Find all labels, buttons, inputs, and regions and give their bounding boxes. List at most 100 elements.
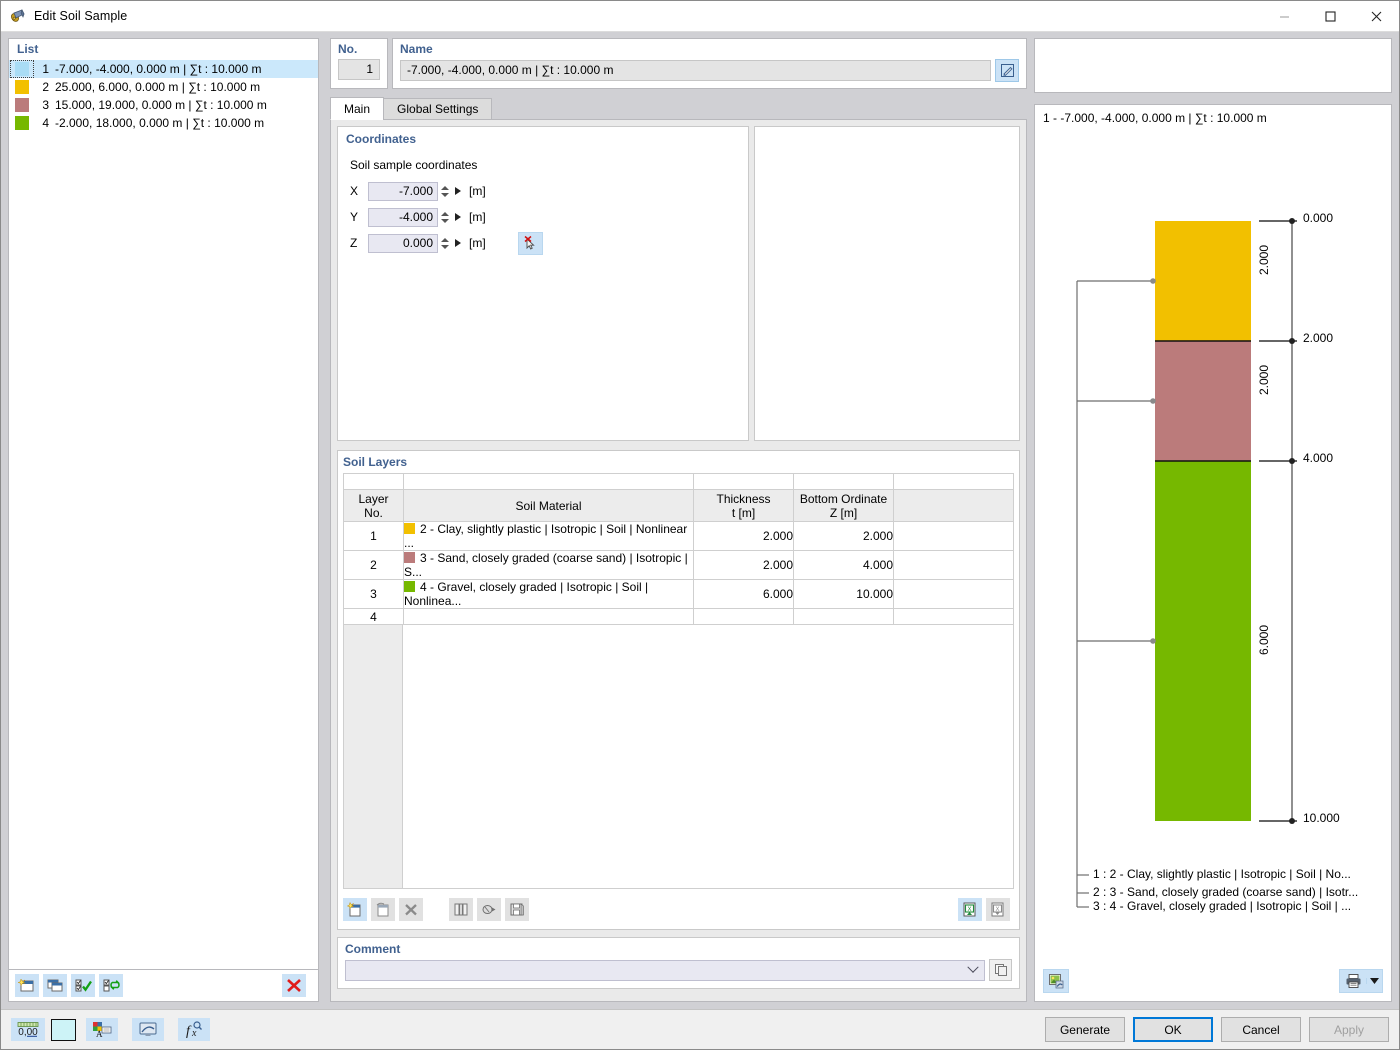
column-header-soil-material[interactable]: Soil Material (404, 490, 694, 522)
cell-thickness[interactable] (694, 609, 794, 625)
number-value: 1 (338, 59, 380, 80)
import-material-button[interactable] (477, 898, 501, 921)
list-item[interactable]: 1 -7.000, -4.000, 0.000 m | ∑t : 10.000 … (9, 60, 318, 78)
close-button[interactable] (1353, 1, 1399, 32)
delete-soil-sample-button[interactable] (282, 974, 306, 997)
soil-sample-list[interactable]: List 1 -7.000, -4.000, 0.000 m | ∑t : 10… (8, 38, 319, 970)
decimal-places-button[interactable]: 0,00 (11, 1018, 45, 1041)
ok-button[interactable]: OK (1133, 1017, 1213, 1042)
list-header: List (9, 39, 318, 60)
thickness-label-0: 2.000 (1257, 245, 1271, 275)
header-line-2: t [m] (732, 506, 755, 520)
tab-global-settings[interactable]: Global Settings (383, 98, 492, 120)
pick-point-button[interactable] (518, 232, 543, 255)
comment-copy-button[interactable] (989, 959, 1012, 981)
coordinates-subtitle: Soil sample coordinates (350, 158, 740, 172)
library-button[interactable] (449, 898, 473, 921)
cell-layer-no: 3 (344, 580, 404, 609)
coordinate-y-input[interactable]: -4.000 (368, 208, 438, 227)
sub-cell (404, 474, 694, 490)
edit-name-button[interactable] (995, 59, 1019, 82)
coordinate-y-stepper[interactable] (438, 208, 452, 227)
sub-cell (894, 474, 1014, 490)
list-item[interactable]: 4 -2.000, 18.000, 0.000 m | ∑t : 10.000 … (9, 114, 318, 132)
copy-layer-button[interactable] (371, 898, 395, 921)
coordinate-x-input[interactable]: -7.000 (368, 182, 438, 201)
table-row[interactable]: 3 4 - Gravel, closely graded | Isotropic… (344, 580, 1014, 609)
coordinate-y-more-icon[interactable] (455, 213, 461, 221)
save-material-button[interactable] (505, 898, 529, 921)
sub-cell (344, 474, 404, 490)
tab-main[interactable]: Main (330, 97, 384, 120)
new-layer-button[interactable] (343, 898, 367, 921)
svg-text:X: X (967, 906, 971, 912)
table-export-button[interactable]: X (958, 898, 982, 921)
table-import-button[interactable]: X (986, 898, 1010, 921)
list-item[interactable]: 2 25.000, 6.000, 0.000 m | ∑t : 10.000 m (9, 78, 318, 96)
cell-layer-no: 1 (344, 522, 404, 551)
column-header-thickness[interactable]: Thickness t [m] (694, 490, 794, 522)
comment-input[interactable] (345, 960, 985, 981)
table-row[interactable]: 1 2 - Clay, slightly plastic | Isotropic… (344, 522, 1014, 551)
cell-soil-material[interactable] (404, 609, 694, 625)
list-item-label: 25.000, 6.000, 0.000 m | ∑t : 10.000 m (55, 80, 260, 94)
cell-thickness[interactable]: 2.000 (694, 551, 794, 580)
soil-layers-table[interactable]: Layer No. Soil Material Thickness t [m] (343, 473, 1014, 625)
delete-layer-button[interactable] (399, 898, 423, 921)
graphic-caption: 1 - -7.000, -4.000, 0.000 m | ∑t : 10.00… (1035, 105, 1391, 125)
color-swatch-cell (11, 61, 33, 77)
soil-profile-graphic[interactable]: 1 - -7.000, -4.000, 0.000 m | ∑t : 10.00… (1034, 104, 1392, 1002)
print-button[interactable] (1340, 973, 1366, 989)
color-swatch-button[interactable] (51, 1018, 76, 1041)
soil-layers-table-wrapper: Layer No. Soil Material Thickness t [m] (343, 473, 1014, 889)
column-header-extra[interactable] (894, 490, 1014, 522)
new-soil-sample-button[interactable] (15, 974, 39, 997)
cancel-button[interactable]: Cancel (1221, 1017, 1301, 1042)
stepper-up-icon (441, 212, 449, 216)
save-image-button[interactable] (1043, 969, 1069, 993)
apply-button: Apply (1309, 1017, 1389, 1042)
coordinate-z-stepper[interactable] (438, 234, 452, 253)
formula-button[interactable]: f x (178, 1018, 210, 1041)
column-header-bottom-ordinate[interactable]: Bottom Ordinate Z [m] (794, 490, 894, 522)
maximize-button[interactable] (1307, 1, 1353, 32)
cell-bottom-ordinate: 4.000 (794, 551, 894, 580)
list-item[interactable]: 3 15.000, 19.000, 0.000 m | ∑t : 10.000 … (9, 96, 318, 114)
coordinate-z-input[interactable]: 0.000 (368, 234, 438, 253)
color-swatch-cell (11, 115, 33, 131)
print-dropdown-button[interactable] (1366, 978, 1382, 984)
copy-soil-sample-button[interactable] (43, 974, 67, 997)
header-line-2: Z [m] (830, 506, 857, 520)
chevron-down-icon[interactable] (967, 962, 978, 973)
apply-selection-button[interactable] (71, 974, 95, 997)
list-item-label: -2.000, 18.000, 0.000 m | ∑t : 10.000 m (55, 116, 264, 130)
coordinate-y-unit: [m] (469, 210, 486, 224)
thickness-label-2: 6.000 (1257, 625, 1271, 655)
graphic-canvas[interactable]: 0.000 2.000 4.000 10.000 2.000 2.000 6.0… (1035, 125, 1391, 961)
refresh-selection-button[interactable] (99, 974, 123, 997)
stepper-down-icon (441, 245, 449, 249)
material-label: 4 - Gravel, closely graded | Isotropic |… (404, 580, 648, 608)
cell-soil-material[interactable]: 3 - Sand, closely graded (coarse sand) |… (404, 551, 694, 580)
window-title: Edit Soil Sample (34, 9, 127, 23)
coordinate-x-row: X -7.000 [m] (350, 178, 740, 204)
coordinate-x-more-icon[interactable] (455, 187, 461, 195)
coordinate-z-more-icon[interactable] (455, 239, 461, 247)
display-settings-button[interactable] (132, 1018, 164, 1041)
name-input[interactable]: -7.000, -4.000, 0.000 m | ∑t : 10.000 m (400, 60, 991, 81)
cell-soil-material[interactable]: 4 - Gravel, closely graded | Isotropic |… (404, 580, 694, 609)
print-button-group[interactable] (1339, 969, 1383, 993)
sub-cell (694, 474, 794, 490)
table-row[interactable]: 4 (344, 609, 1014, 625)
column-header-layer-no[interactable]: Layer No. (344, 490, 404, 522)
font-settings-button[interactable]: A (86, 1018, 118, 1041)
table-row[interactable]: 2 3 - Sand, closely graded (coarse sand)… (344, 551, 1014, 580)
cell-soil-material[interactable]: 2 - Clay, slightly plastic | Isotropic |… (404, 522, 694, 551)
decimals-icon: 0,00 (17, 1021, 39, 1038)
coordinate-x-stepper[interactable] (438, 182, 452, 201)
cell-thickness[interactable]: 6.000 (694, 580, 794, 609)
svg-text:x: x (191, 1028, 197, 1038)
minimize-button[interactable] (1261, 1, 1307, 32)
generate-button[interactable]: Generate (1045, 1017, 1125, 1042)
cell-thickness[interactable]: 2.000 (694, 522, 794, 551)
